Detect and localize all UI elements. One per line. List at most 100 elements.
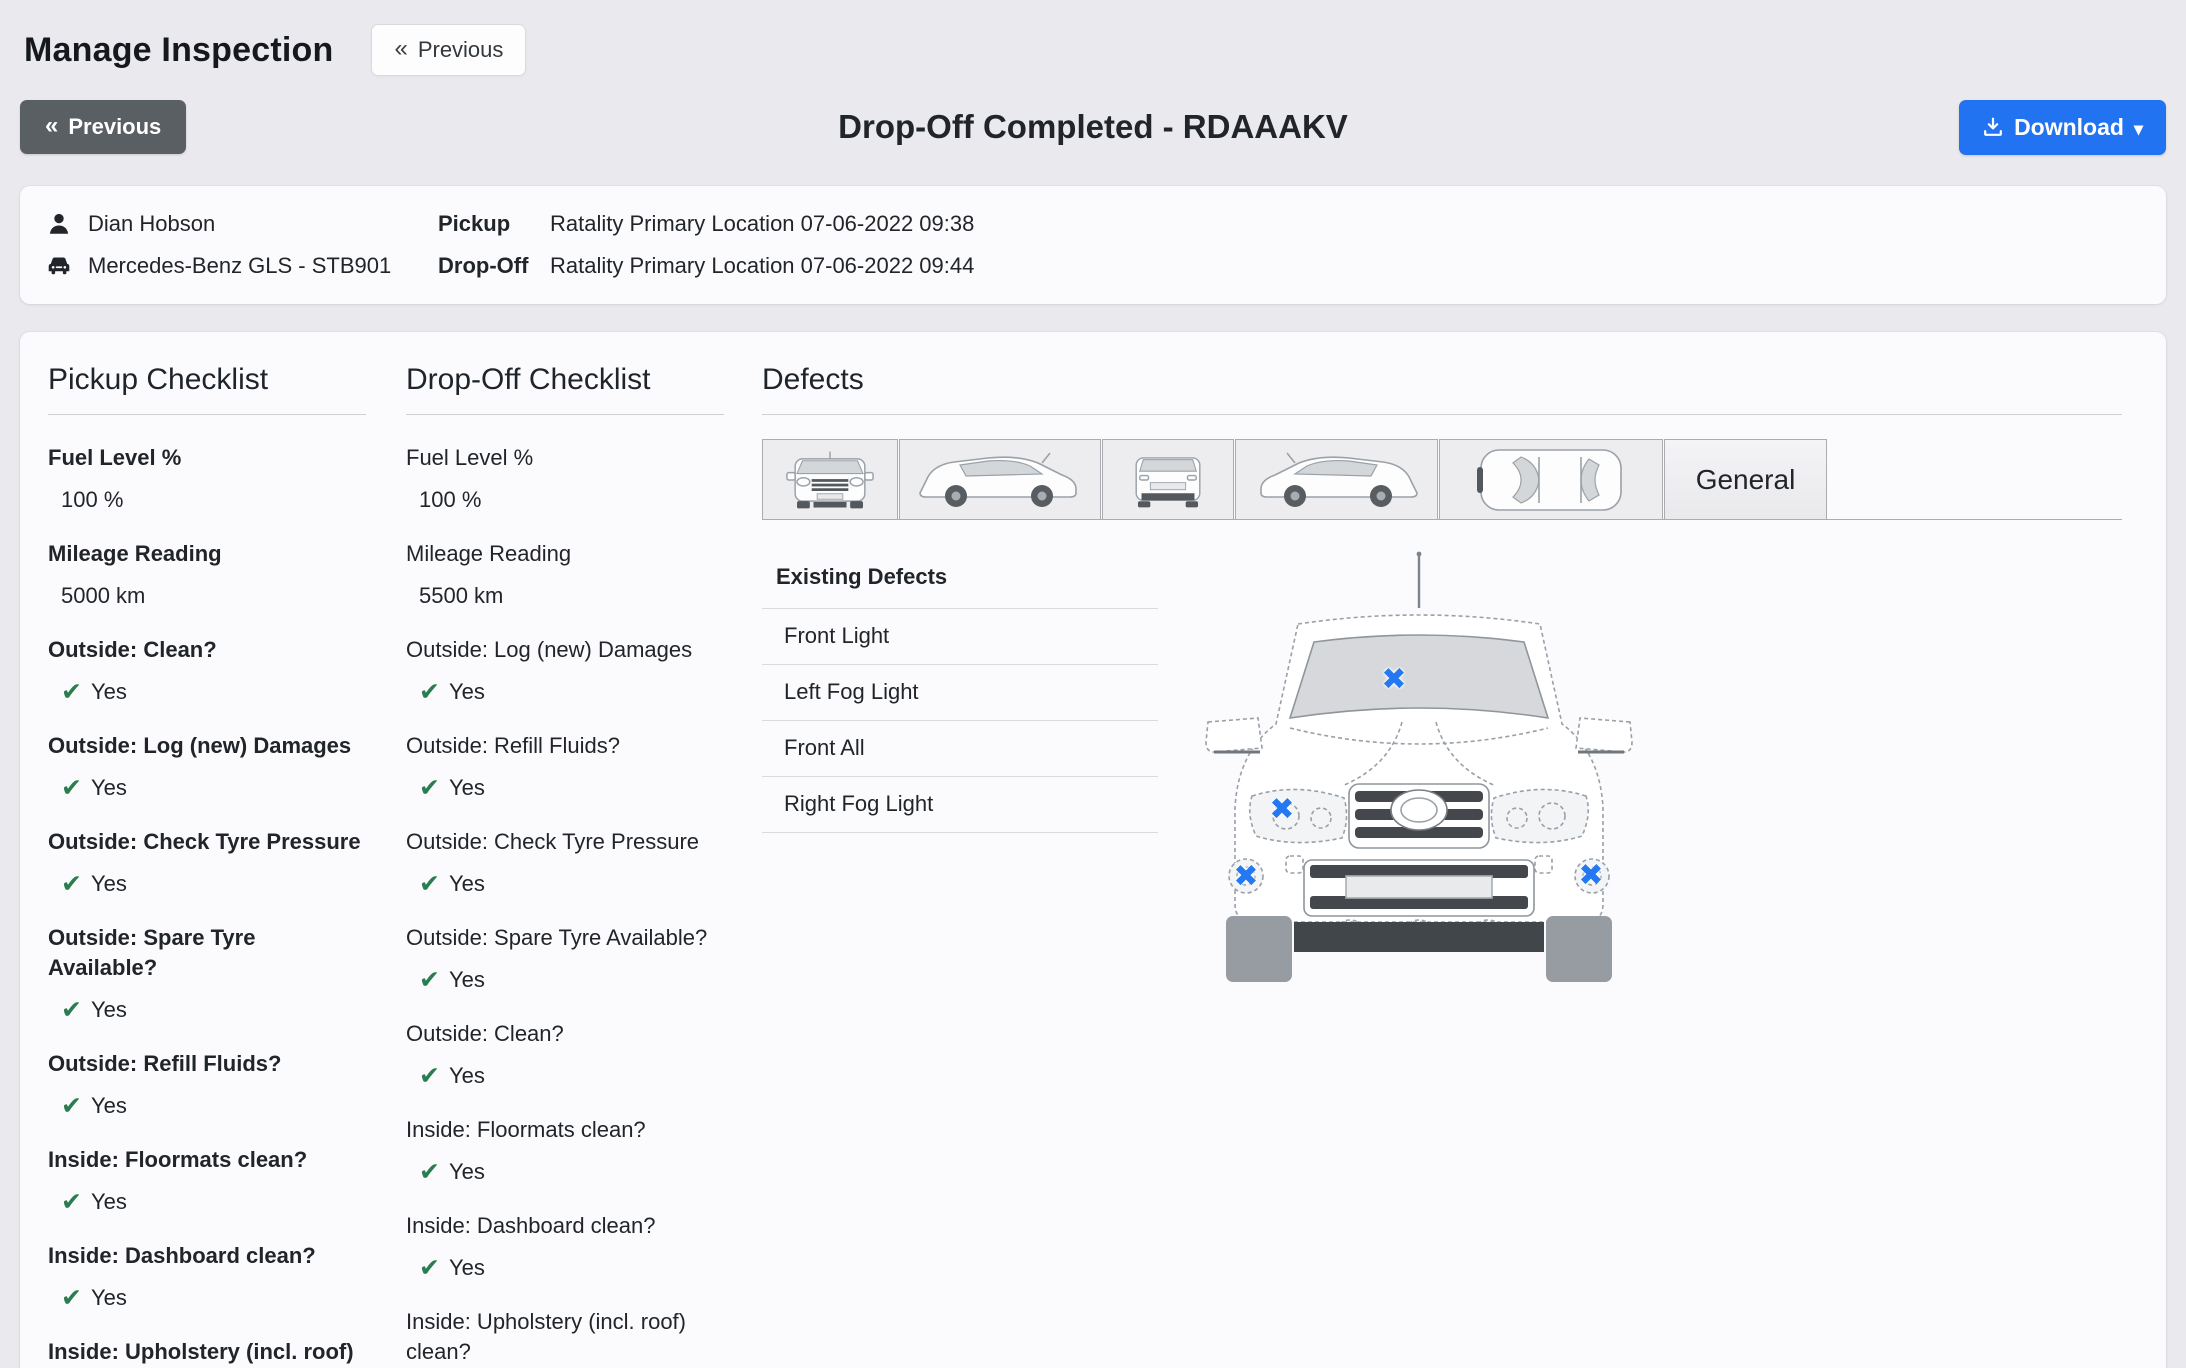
checklist-item: Inside: Upholstery (incl. roof) clean? ✔ [406, 1307, 724, 1368]
inspection-info-card: Dian Hobson Pickup Ratality Primary Loca… [20, 186, 2166, 304]
defect-row[interactable]: Left Fog Light [762, 665, 1158, 721]
check-icon: ✔ [61, 869, 82, 898]
checklist-item-value-text: Yes [448, 1063, 485, 1088]
dropoff-checklist-column: Drop-Off Checklist Fuel Level % ✔ 100 % [406, 362, 724, 1368]
check-icon: ✔ [61, 1283, 82, 1312]
checklist-item-value: ✔ Yes [48, 1091, 366, 1121]
checklist-item-label: Inside: Upholstery (incl. roof) clean? [406, 1309, 686, 1364]
checklist-item-value: ✔ Yes [406, 869, 724, 899]
checklist-item: Outside: Check Tyre Pressure ✔ Yes [406, 827, 724, 899]
check-icon: ✔ [61, 677, 82, 706]
checklist-item-value: ✔ 100 % [48, 485, 366, 515]
checklist-item-value-text: Yes [90, 679, 127, 704]
checklist-item-label: Inside: Floormats clean? [406, 1117, 646, 1142]
checklist-item-label: Fuel Level % [406, 445, 534, 470]
dropoff-value: Ratality Primary Location 07-06-2022 09:… [550, 253, 975, 278]
checklist-item-value: ✔ Yes [406, 773, 724, 803]
checklist-item: Outside: Log (new) Damages ✔ Yes [406, 635, 724, 707]
existing-defect-rows: Front Light Left Fog Light Front All Rig… [762, 609, 1158, 833]
person-icon [49, 213, 69, 234]
defect-row[interactable]: Right Fog Light [762, 777, 1158, 833]
defect-row[interactable]: Front All [762, 721, 1158, 777]
checklist-item-value: ✔ 5500 km [406, 581, 724, 611]
checklist-item-value: ✔ Yes [48, 1187, 366, 1217]
defect-row[interactable]: Front Light [762, 609, 1158, 665]
defect-view-tabs: General [762, 439, 2122, 520]
checklist-item: Inside: Floormats clean? ✔ Yes [48, 1145, 366, 1217]
checklist-item-label: Outside: Log (new) Damages [406, 637, 693, 662]
checklist-item-value-text: Yes [448, 871, 485, 896]
checklist-item: Inside: Dashboard clean? ✔ Yes [48, 1241, 366, 1313]
checklist-item-value-text: 5500 km [419, 583, 504, 608]
checklist-item-label: Outside: Refill Fluids? [406, 733, 620, 758]
check-icon: ✔ [61, 1187, 82, 1216]
checklist-item-value-text: 5000 km [61, 583, 146, 608]
defects-body: Existing Defects Front Light Left Fog Li… [762, 520, 2122, 996]
tab-rear-view[interactable] [1102, 439, 1234, 519]
columns: Pickup Checklist Fuel Level % ✔ 100 % [48, 362, 2122, 1368]
checklist-item: Outside: Log (new) Damages ✔ Yes [48, 731, 366, 803]
checklist-item-label: Outside: Check Tyre Pressure [48, 829, 361, 854]
dropoff-label: Drop-Off [438, 253, 529, 278]
defects-divider [762, 414, 2122, 415]
checklist-item: Outside: Clean? ✔ Yes [406, 1019, 724, 1091]
dropoff-checklist-items: Fuel Level % ✔ 100 % Mileage Reading ✔ 5 [406, 443, 724, 1368]
existing-defects-title: Existing Defects [762, 560, 1158, 609]
car-front-icon [48, 257, 70, 275]
checklist-item-value-text: Yes [90, 1285, 127, 1310]
pickup-value: Ratality Primary Location 07-06-2022 09:… [550, 211, 975, 236]
defects-column: Defects General Existing Defects Front L… [762, 362, 2122, 996]
tab-general[interactable]: General [1664, 439, 1827, 519]
pickup-divider [48, 414, 366, 415]
previous-button-top[interactable]: « Previous [371, 24, 527, 76]
tab-right-side-view[interactable] [1235, 439, 1438, 519]
tab-top-view[interactable] [1439, 439, 1663, 519]
checklist-item: Outside: Spare Tyre Available? ✔ Yes [48, 923, 366, 1025]
checklist-item-label: Outside: Check Tyre Pressure [406, 829, 700, 854]
checklist-item-label: Outside: Clean? [406, 1021, 564, 1046]
check-icon: ✔ [419, 1253, 440, 1282]
checklist-item: Fuel Level % ✔ 100 % [48, 443, 366, 515]
checklist-item-value-text: Yes [90, 997, 127, 1022]
checklist-item-value: ✔ 100 % [406, 485, 724, 515]
top-view-icon [1477, 448, 1622, 511]
checklist-item-value-text: Yes [448, 775, 485, 800]
checklist-item: Outside: Check Tyre Pressure ✔ Yes [48, 827, 366, 899]
checklist-item: Outside: Refill Fluids? ✔ Yes [48, 1049, 366, 1121]
download-icon [1984, 117, 2002, 136]
check-icon: ✔ [419, 773, 440, 802]
check-icon: ✔ [419, 1061, 440, 1090]
dropoff-divider [406, 414, 724, 415]
toolbar: « Previous Drop-Off Completed - RDAAAKV … [20, 98, 2166, 156]
check-icon: ✔ [419, 677, 440, 706]
checklist-item: Outside: Refill Fluids? ✔ Yes [406, 731, 724, 803]
checklist-item-label: Mileage Reading [48, 541, 222, 566]
previous-button[interactable]: « Previous [20, 100, 187, 154]
caret-down-icon: ▾ [2133, 118, 2143, 139]
checklists-card: Pickup Checklist Fuel Level % ✔ 100 % [20, 332, 2166, 1368]
checklist-item-label: Inside: Upholstery (incl. roof) clean? [48, 1339, 354, 1364]
checklist-item: Inside: Upholstery (incl. roof) clean? ✔ [48, 1337, 366, 1368]
check-icon: ✔ [61, 773, 82, 802]
check-icon: ✔ [61, 1091, 82, 1120]
info-grid: Dian Hobson Pickup Ratality Primary Loca… [46, 208, 2140, 282]
tab-front-view[interactable] [762, 439, 898, 519]
checklist-item: Fuel Level % ✔ 100 % [406, 443, 724, 515]
checklist-item-value-text: Yes [90, 1093, 127, 1118]
checklist-item-label: Inside: Dashboard clean? [48, 1243, 316, 1268]
checklist-item-label: Fuel Level % [48, 445, 182, 470]
checklist-item: Outside: Clean? ✔ Yes [48, 635, 366, 707]
download-button[interactable]: Download ▾ [1959, 99, 2166, 155]
checklist-item-value: ✔ Yes [406, 1253, 724, 1283]
check-icon: ✔ [419, 965, 440, 994]
chevrons-left-icon: « [394, 35, 408, 62]
rear-view-icon [1135, 456, 1201, 507]
checklist-item-label: Outside: Spare Tyre Available? [406, 925, 708, 950]
pickup-checklist-column: Pickup Checklist Fuel Level % ✔ 100 % [48, 362, 366, 1368]
checklist-item-value: ✔ Yes [406, 677, 724, 707]
checklist-item-value-text: 100 % [61, 487, 124, 512]
tab-left-side-view[interactable] [899, 439, 1101, 519]
checklist-item-value-text: Yes [448, 967, 485, 992]
vehicle-cell: Mercedes-Benz GLS - STB901 [46, 250, 438, 282]
vehicle-damage-diagram[interactable]: ✖ ✖ ✖ ✖ [1194, 546, 1644, 996]
